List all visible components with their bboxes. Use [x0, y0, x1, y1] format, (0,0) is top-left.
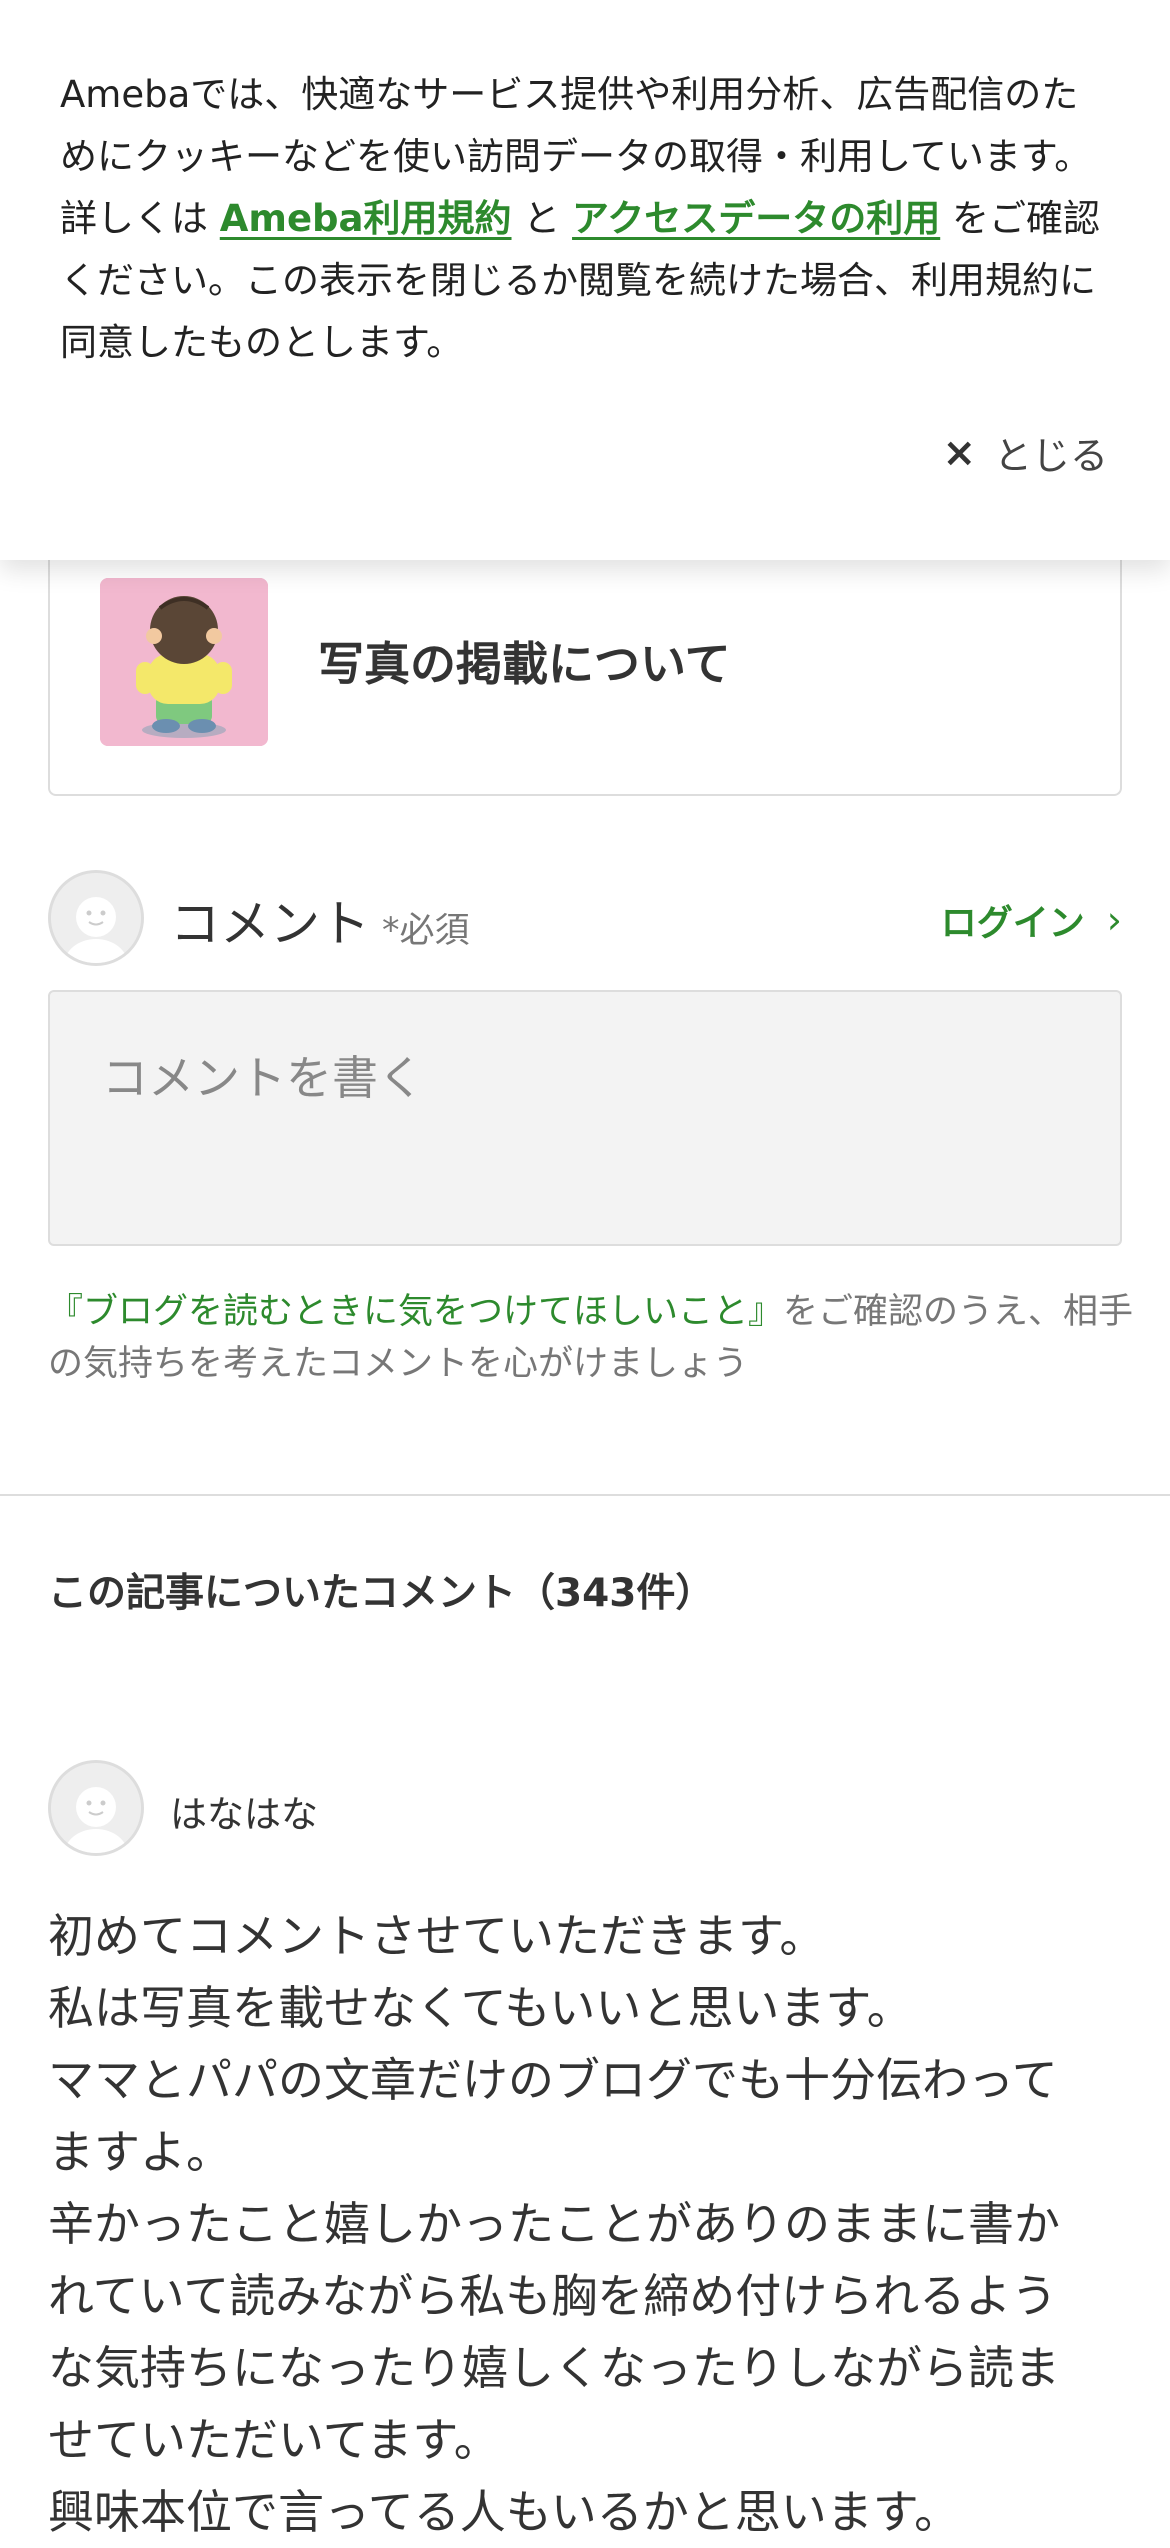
comment-placeholder: コメントを書く	[102, 1051, 424, 1105]
default-avatar-icon	[51, 1763, 141, 1853]
comment-line: せていただいてます。	[48, 2413, 500, 2467]
login-link[interactable]: ログイン ›	[941, 894, 1122, 946]
comments-heading: この記事についたコメント（343件）	[48, 1571, 715, 1616]
commenter-name[interactable]: はなはな	[170, 1784, 318, 1838]
comment-line: ママとパパの文章だけのブログでも十分伝わって	[48, 2053, 1058, 2107]
close-icon: ×	[942, 429, 976, 476]
comment-body: 初めてコメントさせていただきます。 私は写真を載せなくてもいいと思います。 ママ…	[48, 1900, 1138, 2548]
login-label: ログイン	[940, 903, 1085, 944]
child-illustration-icon	[100, 578, 268, 746]
comment-line: 初めてコメントさせていただきます。	[48, 1909, 826, 1963]
comment-label: コメント	[170, 895, 370, 953]
comment-line: な気持ちになったり嬉しくなったりしながら読ま	[48, 2341, 1060, 2395]
comment-line: ますよ。	[48, 2125, 232, 2179]
default-avatar-icon	[51, 873, 141, 963]
section-divider	[0, 1494, 1170, 1496]
terms-link[interactable]: Ameba利用規約	[220, 197, 512, 240]
comment-line: 興味本位で言ってる人もいるかと思います。	[48, 2485, 961, 2539]
comment-line: れていて読みながら私も胸を締め付けられるよう	[48, 2269, 1058, 2323]
avatar	[48, 870, 144, 966]
article-thumbnail	[100, 578, 268, 746]
close-banner-button[interactable]: × とじる	[942, 425, 1108, 480]
comment-form-header: コメント *必須 ログイン ›	[48, 870, 1122, 966]
comment-author: はなはな	[48, 1760, 648, 1856]
access-data-link[interactable]: アクセスデータの利用	[572, 197, 940, 240]
chevron-right-icon: ›	[1106, 898, 1122, 942]
cookie-consent-banner: Amebaでは、快適なサービス提供や利用分析、広告配信のためにクッキーなどを使い…	[0, 0, 1170, 560]
guideline-link[interactable]: 『ブログを読むときに気をつけてほしいこと』	[48, 1292, 783, 1332]
comment-guideline-notice: 『ブログを読むときに気をつけてほしいこと』をご確認のうえ、相手の気持ちを考えたコ…	[48, 1286, 1138, 1390]
comment-input[interactable]: コメントを書く	[48, 990, 1122, 1246]
related-article-card[interactable]: 写真の掲載について	[48, 520, 1122, 796]
comment-line: 私は写真を載せなくてもいいと思います。	[48, 1981, 913, 2035]
article-title: 写真の掲載について	[318, 637, 731, 691]
close-label: とじる	[993, 434, 1108, 478]
comment-line: 辛かったこと嬉しかったことがありのままに書か	[48, 2197, 1060, 2251]
cookie-consent-text: Amebaでは、快適なサービス提供や利用分析、広告配信のためにクッキーなどを使い…	[60, 73, 1100, 364]
avatar	[48, 1760, 144, 1856]
required-label: *必須	[382, 911, 470, 951]
